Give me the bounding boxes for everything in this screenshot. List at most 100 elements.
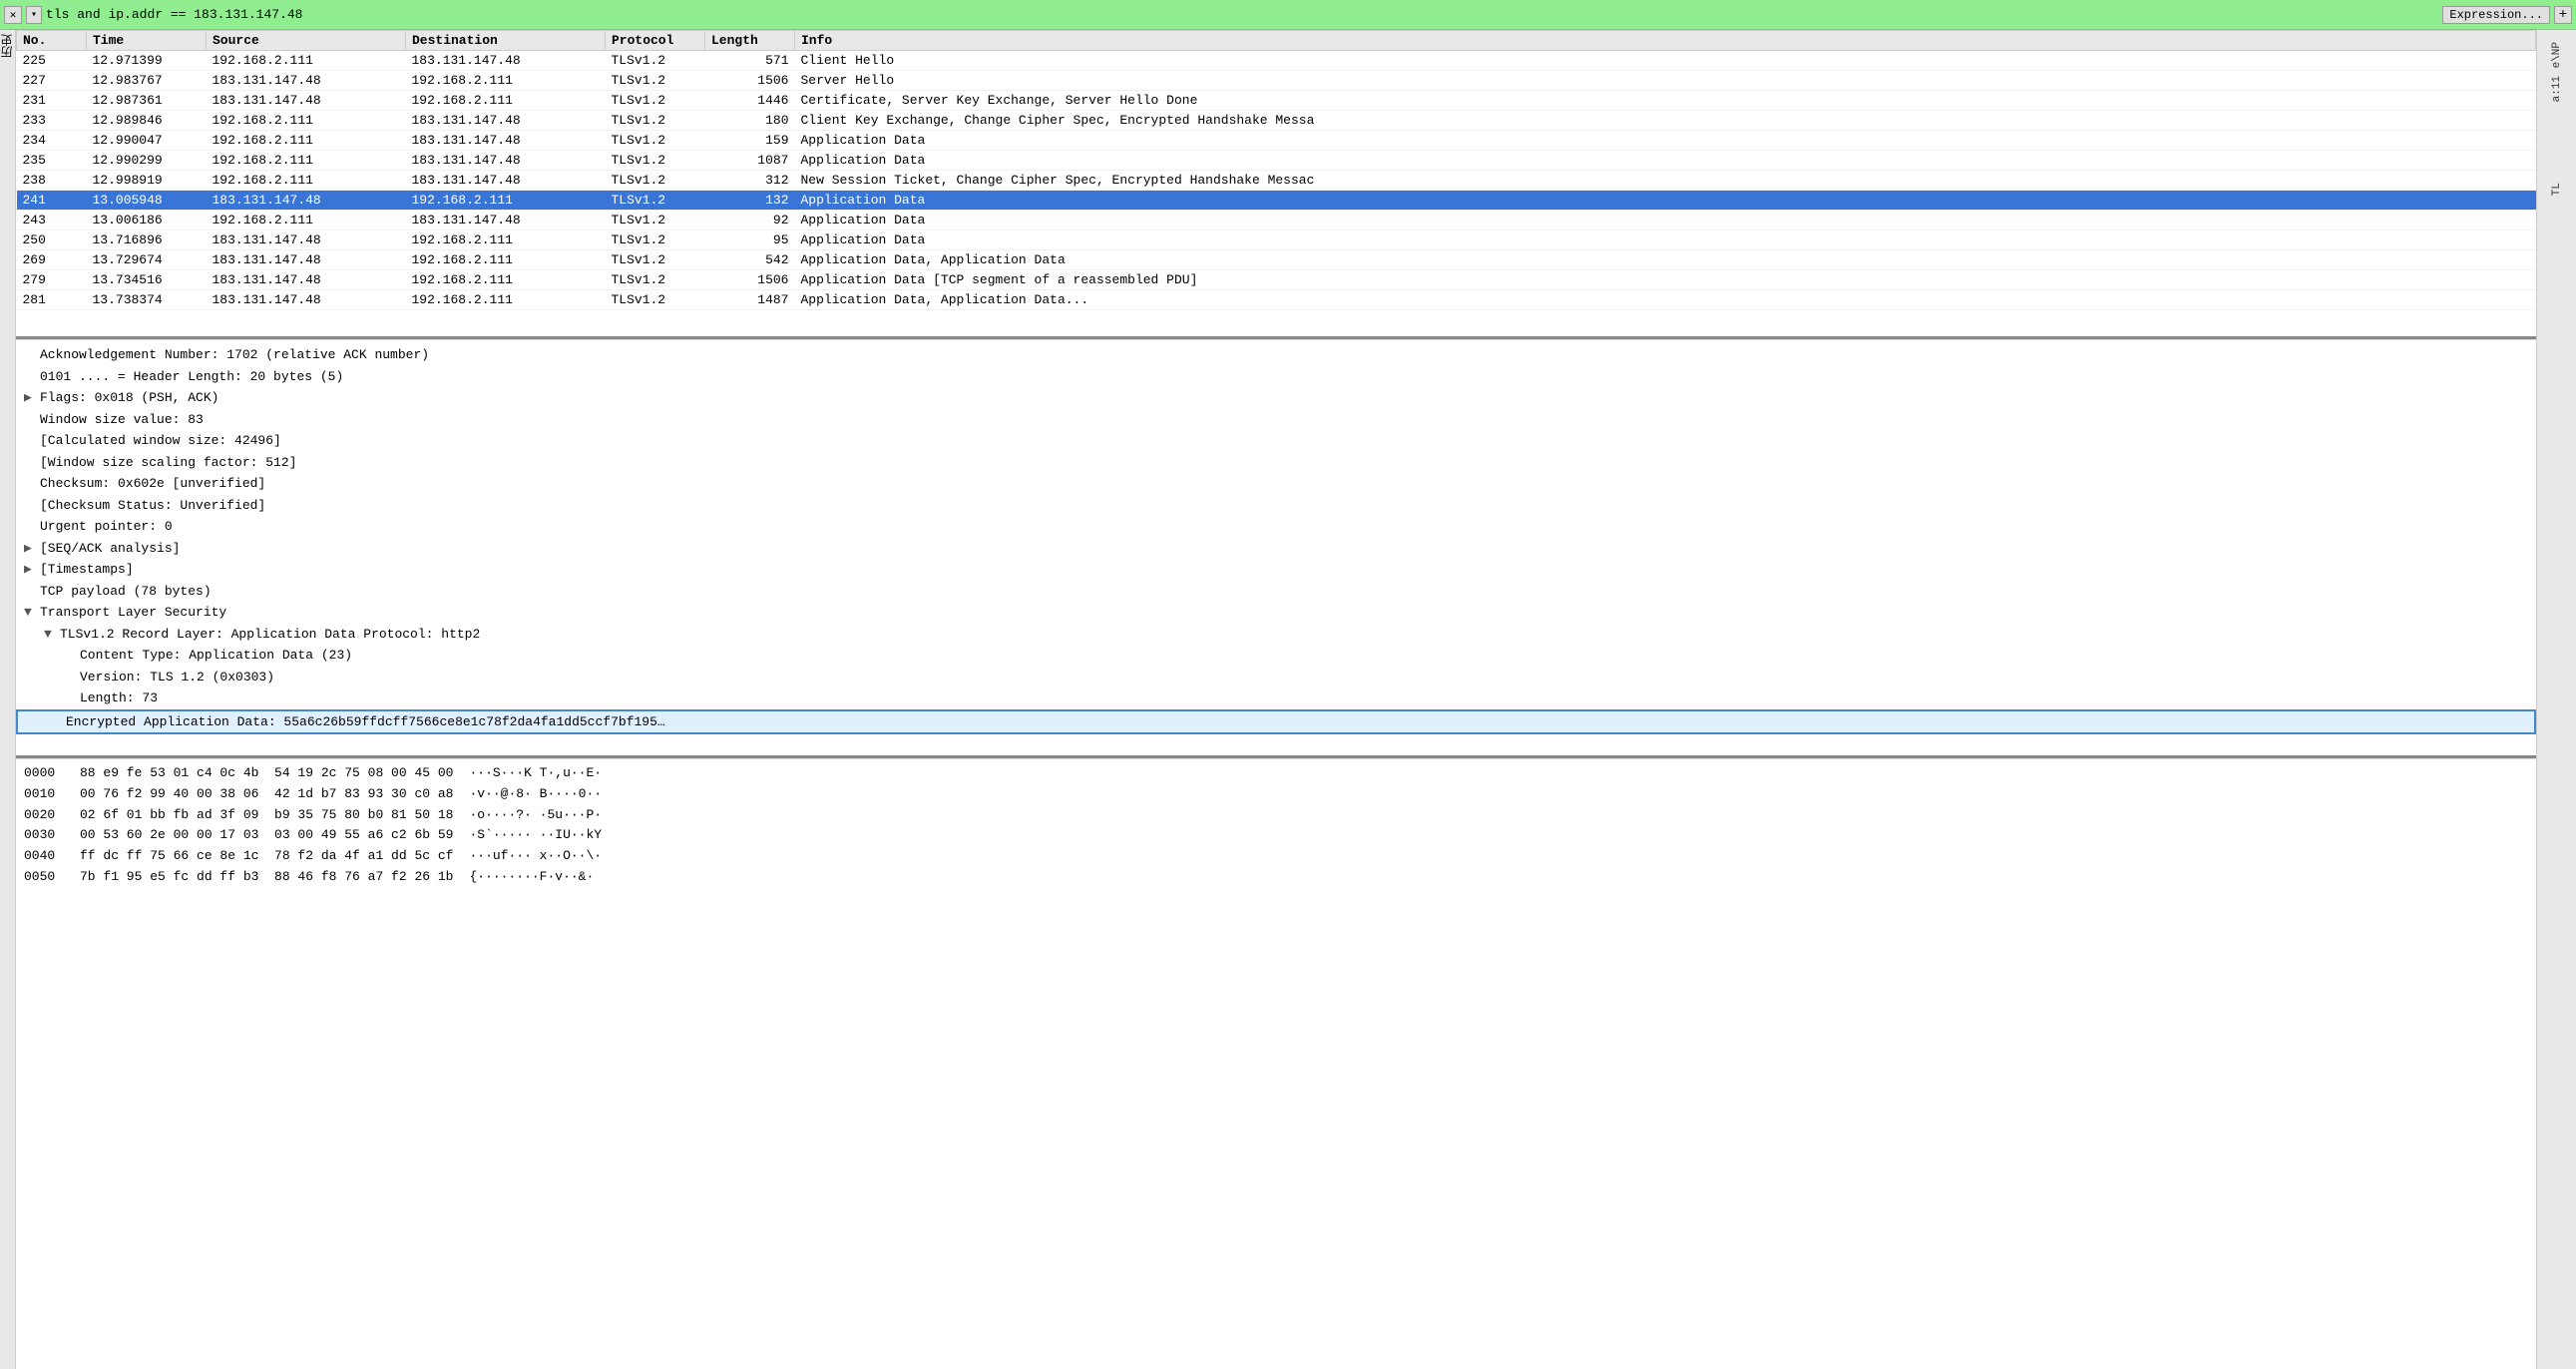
table-row[interactable]: 24313.006186192.168.2.111183.131.147.48T…	[17, 211, 2536, 230]
detail-text: Window size value: 83	[40, 412, 204, 427]
hex-offset: 0050	[24, 867, 64, 888]
hex-bytes: 7b f1 95 e5 fc dd ff b3 88 46 f8 76 a7 f…	[80, 867, 453, 888]
detail-text: TLSv1.2 Record Layer: Application Data P…	[60, 627, 480, 642]
col-header-protocol: Protocol	[606, 31, 705, 51]
table-row[interactable]: 24113.005948183.131.147.48192.168.2.111T…	[17, 191, 2536, 211]
tls-side-label: TL	[2551, 183, 2563, 196]
expand-arrow-icon: ▶	[24, 560, 40, 580]
hex-panel: 0000 88 e9 fe 53 01 c4 0c 4b 54 19 2c 75 …	[16, 758, 2536, 1369]
packet-list-container: No. Time Source Destination Protocol Len…	[16, 30, 2536, 339]
expand-arrow-icon: ▶	[24, 388, 40, 408]
detail-line[interactable]: ▶ [Timestamps]	[16, 559, 2536, 581]
table-row[interactable]: 27913.734516183.131.147.48192.168.2.111T…	[17, 270, 2536, 290]
detail-text: Content Type: Application Data (23)	[80, 648, 352, 663]
hex-bytes: 02 6f 01 bb fb ad 3f 09 b9 35 75 80 b0 8…	[80, 805, 453, 826]
table-row[interactable]: 25013.716896183.131.147.48192.168.2.111T…	[17, 230, 2536, 250]
hex-ascii: ···uf··· x··O··\·	[469, 846, 602, 867]
detail-line: ▼ Transport Layer Security	[16, 602, 2536, 624]
close-icon: ✕	[10, 8, 17, 22]
expand-arrow-icon: ▼	[44, 625, 60, 645]
detail-text: Length: 73	[80, 690, 158, 705]
right-panel-label1: e\NP	[2551, 42, 2563, 68]
detail-text: Flags: 0x018 (PSH, ACK)	[40, 390, 218, 405]
hex-ascii: {········F·v··&·	[469, 867, 594, 888]
packet-table-header: No. Time Source Destination Protocol Len…	[17, 31, 2536, 51]
col-header-source: Source	[207, 31, 406, 51]
packet-table: No. Time Source Destination Protocol Len…	[16, 30, 2536, 310]
expand-arrow-icon: ▼	[24, 603, 40, 623]
left-panel: 历史	[0, 30, 16, 1369]
detail-line: [Calculated window size: 42496]	[16, 430, 2536, 452]
detail-line: Length: 73	[16, 687, 2536, 709]
expand-arrow-icon: ▶	[24, 539, 40, 559]
hex-offset: 0000	[24, 763, 64, 784]
detail-text: [Window size scaling factor: 512]	[40, 455, 296, 470]
col-header-info: Info	[795, 31, 2536, 51]
hex-bytes: 00 53 60 2e 00 00 17 03 03 00 49 55 a6 c…	[80, 825, 453, 846]
col-header-destination: Destination	[406, 31, 606, 51]
hex-ascii: ·v··@·8· B····0··	[469, 784, 602, 805]
hex-line: 0020 02 6f 01 bb fb ad 3f 09 b9 35 75 80 …	[24, 805, 2528, 826]
right-panel: e\NP a:11 TL	[2536, 30, 2576, 1369]
detail-line[interactable]: ▶ [SEQ/ACK analysis]	[16, 538, 2536, 560]
plus-icon: +	[2559, 7, 2567, 23]
table-row[interactable]: 23312.989846192.168.2.111183.131.147.48T…	[17, 111, 2536, 131]
detail-panel: Acknowledgement Number: 1702 (relative A…	[16, 339, 2536, 758]
detail-text: 0101 .... = Header Length: 20 bytes (5)	[40, 369, 343, 384]
detail-line: ▼ TLSv1.2 Record Layer: Application Data…	[16, 624, 2536, 646]
table-row[interactable]: 22512.971399192.168.2.111183.131.147.48T…	[17, 51, 2536, 71]
detail-text: Transport Layer Security	[40, 605, 226, 620]
table-row[interactable]: 23812.998919192.168.2.111183.131.147.48T…	[17, 171, 2536, 191]
table-row[interactable]: 22712.983767183.131.147.48192.168.2.111T…	[17, 71, 2536, 91]
detail-text: TCP payload (78 bytes)	[40, 584, 212, 599]
add-filter-button[interactable]: +	[2554, 6, 2572, 24]
packet-table-body: 22512.971399192.168.2.111183.131.147.48T…	[17, 51, 2536, 310]
detail-text: Encrypted Application Data: 55a6c26b59ff…	[66, 714, 665, 729]
detail-lines-container: Acknowledgement Number: 1702 (relative A…	[16, 344, 2536, 734]
hex-line: 0010 00 76 f2 99 40 00 38 06 42 1d b7 83 …	[24, 784, 2528, 805]
detail-text: Version: TLS 1.2 (0x0303)	[80, 670, 274, 684]
hex-line: 0040ff dc ff 75 66 ce 8e 1c 78 f2 da 4f …	[24, 846, 2528, 867]
detail-line[interactable]: ▶ Flags: 0x018 (PSH, ACK)	[16, 387, 2536, 409]
main-layout: 历史 No. Time Source Destination Protocol …	[0, 30, 2576, 1369]
detail-line: Encrypted Application Data: 55a6c26b59ff…	[16, 709, 2536, 735]
hex-ascii: ·S`····· ··IU··kY	[469, 825, 602, 846]
history-label: 历史	[0, 30, 16, 62]
detail-text: [Checksum Status: Unverified]	[40, 498, 265, 513]
expression-label: Expression...	[2449, 8, 2543, 22]
detail-line: Content Type: Application Data (23)	[16, 645, 2536, 667]
hex-ascii: ···S···K T·,u··E·	[469, 763, 602, 784]
hex-bytes: 88 e9 fe 53 01 c4 0c 4b 54 19 2c 75 08 0…	[80, 763, 453, 784]
detail-text: Acknowledgement Number: 1702 (relative A…	[40, 347, 429, 362]
filter-bar: ✕ ▾ Expression... +	[0, 0, 2576, 30]
hex-offset: 0040	[24, 846, 64, 867]
hex-offset: 0010	[24, 784, 64, 805]
table-row[interactable]: 28113.738374183.131.147.48192.168.2.111T…	[17, 290, 2536, 310]
hex-ascii: ·o····?· ·5u···P·	[469, 805, 602, 826]
filter-arrow-button[interactable]: ▾	[26, 6, 42, 24]
table-row[interactable]: 23412.990047192.168.2.111183.131.147.48T…	[17, 131, 2536, 151]
hex-line: 0030 00 53 60 2e 00 00 17 03 03 00 49 55 …	[24, 825, 2528, 846]
table-row[interactable]: 26913.729674183.131.147.48192.168.2.111T…	[17, 250, 2536, 270]
detail-text: [Calculated window size: 42496]	[40, 433, 281, 448]
table-row[interactable]: 23512.990299192.168.2.111183.131.147.48T…	[17, 151, 2536, 171]
hex-line: 0000 88 e9 fe 53 01 c4 0c 4b 54 19 2c 75 …	[24, 763, 2528, 784]
table-row[interactable]: 23112.987361183.131.147.48192.168.2.111T…	[17, 91, 2536, 111]
hex-offset: 0030	[24, 825, 64, 846]
hex-line: 0050 7b f1 95 e5 fc dd ff b3 88 46 f8 76 …	[24, 867, 2528, 888]
hex-offset: 0020	[24, 805, 64, 826]
detail-line: Acknowledgement Number: 1702 (relative A…	[16, 344, 2536, 366]
expression-button[interactable]: Expression...	[2442, 6, 2550, 24]
detail-line: [Window size scaling factor: 512]	[16, 452, 2536, 474]
detail-line: Window size value: 83	[16, 409, 2536, 431]
detail-text: [SEQ/ACK analysis]	[40, 541, 180, 556]
filter-close-button[interactable]: ✕	[4, 6, 22, 24]
center-content: No. Time Source Destination Protocol Len…	[16, 30, 2536, 1369]
filter-input[interactable]	[46, 7, 2438, 22]
detail-line: TCP payload (78 bytes)	[16, 581, 2536, 603]
detail-line: Checksum: 0x602e [unverified]	[16, 473, 2536, 495]
detail-line: [Checksum Status: Unverified]	[16, 495, 2536, 517]
col-header-time: Time	[87, 31, 207, 51]
hex-bytes: 00 76 f2 99 40 00 38 06 42 1d b7 83 93 3…	[80, 784, 453, 805]
chevron-down-icon: ▾	[31, 9, 37, 21]
